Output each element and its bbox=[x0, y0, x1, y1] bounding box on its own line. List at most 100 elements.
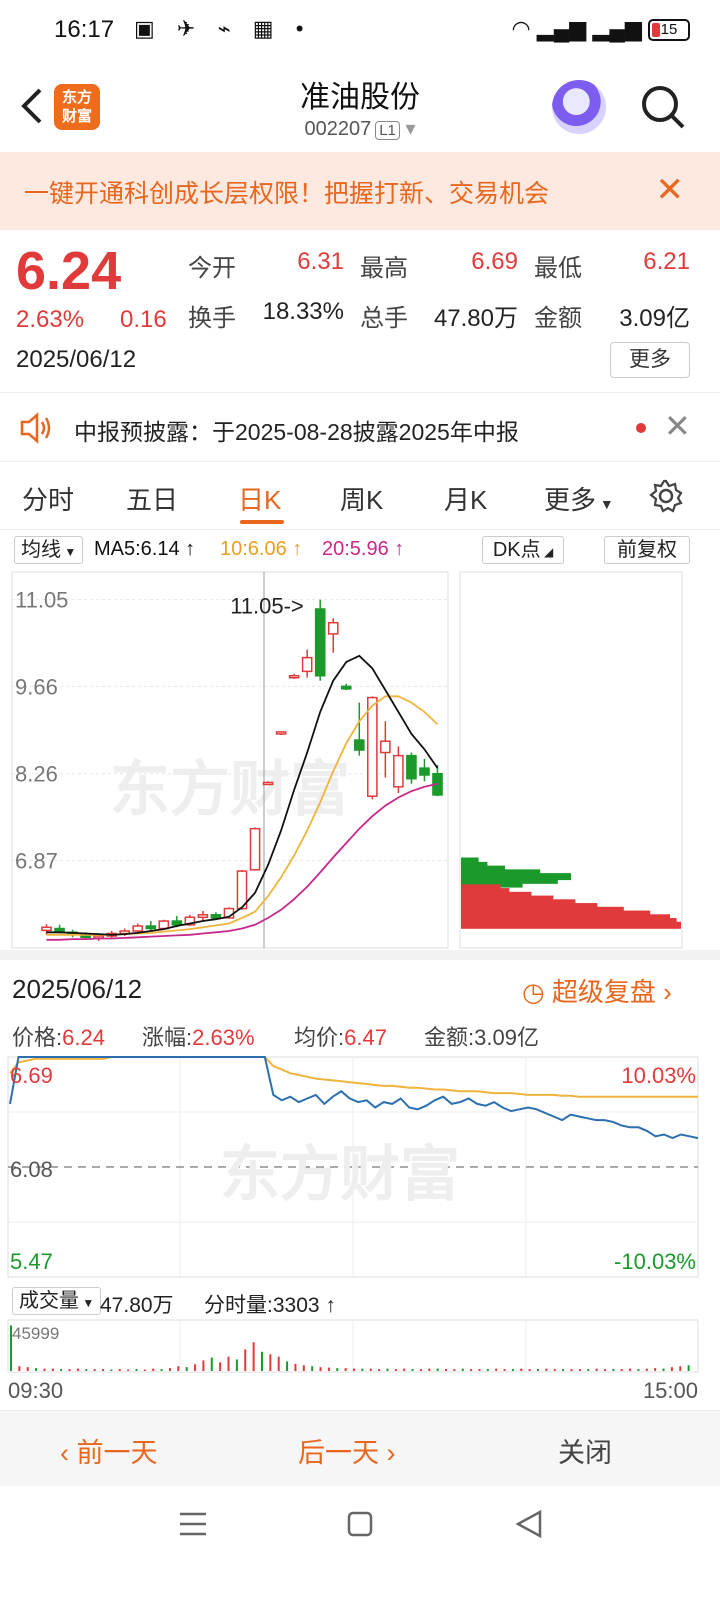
app-header: 准油股份 002207 L1 ▾ 东方 财富 bbox=[0, 64, 720, 152]
intraday-avg: 均价:6.47 bbox=[294, 1020, 387, 1052]
chevron-left-icon: ‹ bbox=[60, 1438, 77, 1468]
volume-bar bbox=[595, 1368, 598, 1371]
wifi-icon: ◠ bbox=[511, 16, 531, 41]
adjust-mode-button[interactable]: 前复权 bbox=[604, 536, 690, 564]
candle-body bbox=[171, 920, 183, 926]
up-arrow-icon: ↑ bbox=[286, 538, 303, 560]
volume-bar bbox=[470, 1369, 473, 1371]
gear-icon[interactable] bbox=[648, 478, 684, 514]
intraday-amount: 金额:3.09亿 bbox=[424, 1020, 539, 1052]
menu-icon[interactable] bbox=[180, 1512, 206, 1536]
home-icon[interactable] bbox=[347, 1511, 373, 1537]
last-price: 6.24 bbox=[16, 241, 122, 301]
total-volume: 47.80万 bbox=[100, 1294, 174, 1317]
price-label: 价格: bbox=[12, 1025, 63, 1050]
signal-icon-2: ▂▄▆ bbox=[592, 16, 642, 41]
ma-select[interactable]: 均线 ▼ bbox=[14, 536, 84, 564]
volume-bar bbox=[486, 1369, 489, 1371]
volume-bar bbox=[378, 1369, 381, 1371]
volume-bar bbox=[394, 1369, 397, 1371]
active-tab-indicator bbox=[240, 520, 284, 524]
chevron-right-icon: › bbox=[663, 977, 672, 1007]
tab-more[interactable]: 更多 ▼ bbox=[544, 480, 614, 517]
prev-day-button[interactable]: ‹ 前一天 bbox=[60, 1431, 158, 1470]
volume-bar bbox=[51, 1368, 54, 1371]
back-arrow-icon[interactable] bbox=[18, 86, 46, 126]
close-icon[interactable]: ✕ bbox=[664, 407, 691, 445]
tab-daily-k[interactable]: 日K bbox=[238, 480, 281, 517]
search-icon[interactable] bbox=[640, 84, 686, 130]
close-button[interactable]: 关闭 bbox=[558, 1431, 612, 1470]
back-icon[interactable] bbox=[515, 1509, 542, 1539]
volume-bar bbox=[43, 1368, 46, 1371]
y-tick-label: 8.26 bbox=[15, 762, 58, 787]
tab-monthly-k[interactable]: 月K bbox=[444, 480, 487, 517]
more-quote-button[interactable]: 更多 bbox=[610, 342, 690, 378]
volume-bar bbox=[654, 1368, 657, 1371]
next-day-button[interactable]: 后一天 › bbox=[298, 1431, 396, 1470]
volume-bar bbox=[336, 1368, 339, 1371]
volume-bar bbox=[286, 1361, 289, 1371]
volume-bar bbox=[118, 1369, 121, 1371]
volume-bar bbox=[645, 1368, 648, 1371]
next-day-label: 后一天 bbox=[298, 1438, 379, 1468]
time-axis: 09:30 15:00 bbox=[0, 1376, 720, 1406]
volume-bar bbox=[60, 1369, 63, 1371]
volume-bar bbox=[679, 1366, 682, 1371]
dk-point-button[interactable]: DK点 ◢ bbox=[482, 536, 564, 564]
eastmoney-logo: 东方 财富 bbox=[54, 84, 100, 130]
volume-bar bbox=[537, 1369, 540, 1371]
candle-body bbox=[262, 781, 274, 786]
tab-more-label: 更多 bbox=[544, 485, 597, 515]
battery-level: 15 bbox=[660, 21, 678, 39]
kline-toolbar: 均线 ▼ MA5:6.14 ↑ 10:6.06 ↑ 20:5.96 ↑ DK点 … bbox=[0, 530, 720, 570]
volume-bar bbox=[461, 1368, 464, 1371]
tab-weekly-k[interactable]: 周K bbox=[340, 480, 383, 517]
volume-bar bbox=[210, 1357, 213, 1371]
super-replay-button[interactable]: ◷ 超级复盘 › bbox=[522, 972, 672, 1009]
bottom-actions: ‹ 前一天 后一天 › 关闭 bbox=[0, 1410, 720, 1486]
volume-bar bbox=[386, 1368, 389, 1371]
promo-banner[interactable]: 一键开通科创成长层权限！把握打新、交易机会 ✕ bbox=[0, 152, 720, 230]
volume-bar bbox=[411, 1369, 414, 1371]
volume-bar bbox=[18, 1366, 21, 1371]
quote-panel: 6.24 2.63% 0.16 2025/06/12 今开 6.31 最高 6.… bbox=[0, 230, 720, 392]
tab-intraday[interactable]: 分时 bbox=[22, 480, 74, 517]
assistant-robot-icon[interactable] bbox=[552, 80, 606, 134]
volume-bar bbox=[428, 1368, 431, 1371]
tick-volume-value: 分时量:3303 bbox=[204, 1294, 320, 1317]
caret-down-icon: ▼ bbox=[61, 545, 77, 559]
amount-value: 3.09亿 bbox=[619, 305, 690, 332]
kline-chart[interactable]: 东方财富 11.05 9.66 8.26 6.87 11.05-> bbox=[0, 570, 720, 950]
volume-max-label: 45999 bbox=[12, 1324, 59, 1343]
volume-bar bbox=[35, 1368, 38, 1371]
volume-label: 总手 bbox=[360, 305, 408, 332]
candle-body bbox=[327, 621, 339, 635]
level-badge: L1 bbox=[375, 121, 400, 140]
volume-bar bbox=[419, 1369, 422, 1371]
volume-select[interactable]: 成交量 ▼ bbox=[12, 1287, 102, 1315]
volume-chart: 45999 bbox=[7, 1319, 699, 1373]
volume-bar bbox=[612, 1369, 615, 1371]
avg-label: 均价: bbox=[294, 1025, 345, 1050]
volume-bar bbox=[511, 1369, 514, 1371]
turnover-value: 18.33% bbox=[262, 298, 344, 325]
intraday-price: 价格:6.24 bbox=[12, 1020, 105, 1052]
change-value: 2.63% bbox=[192, 1025, 255, 1050]
volume-bar bbox=[453, 1369, 456, 1371]
volume-bar bbox=[545, 1368, 548, 1371]
notice-bar[interactable]: 中报预披露：于2025-08-28披露2025年中报 ✕ bbox=[0, 392, 720, 462]
volume-bar bbox=[361, 1368, 364, 1371]
chevron-down-icon: ▾ bbox=[405, 118, 416, 140]
volume-bar bbox=[670, 1367, 673, 1371]
volume-bar bbox=[687, 1365, 690, 1371]
intraday-chart[interactable]: 东方财富 6.69 6.08 5.47 10.03% -10.03% bbox=[0, 1055, 720, 1283]
battery-icon: 15 bbox=[648, 19, 690, 42]
stock-code-row[interactable]: 002207 L1 ▾ bbox=[0, 116, 720, 141]
caret-down-icon: ▼ bbox=[596, 496, 614, 512]
close-icon[interactable]: ✕ bbox=[656, 170, 685, 210]
ma10-value: 10:6.06 bbox=[220, 538, 287, 560]
tab-five-day[interactable]: 五日 bbox=[126, 480, 178, 517]
volume-bar bbox=[177, 1366, 180, 1371]
candle-body bbox=[41, 926, 52, 932]
